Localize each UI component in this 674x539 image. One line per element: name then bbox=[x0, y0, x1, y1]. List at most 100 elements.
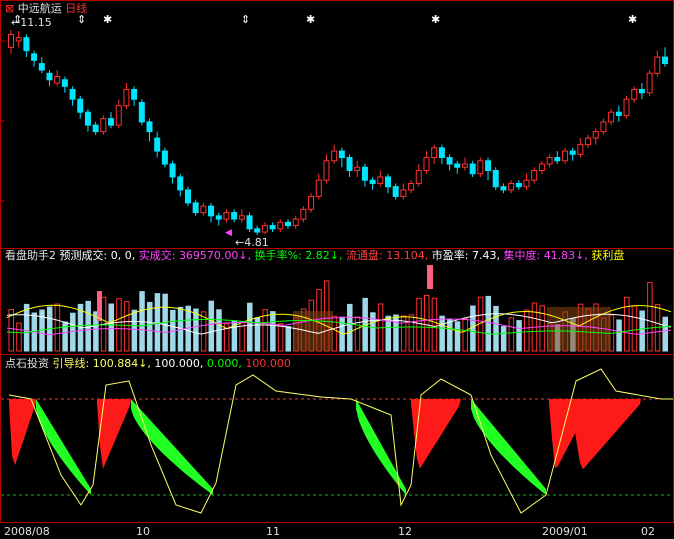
candle-body bbox=[323, 160, 330, 181]
candle-body bbox=[84, 111, 91, 126]
candle-body bbox=[54, 76, 61, 84]
candle-body bbox=[300, 208, 307, 220]
volume-bar bbox=[347, 303, 353, 352]
indicator-fill-green bbox=[131, 399, 213, 495]
star-marker: ✱ bbox=[628, 13, 638, 26]
volume-bar bbox=[508, 317, 515, 352]
indicator-fill-green bbox=[36, 399, 91, 495]
candle-body bbox=[631, 89, 638, 100]
candle-body bbox=[438, 147, 445, 159]
volume-bar bbox=[423, 294, 430, 352]
indicator-plot bbox=[1, 368, 673, 514]
candle-body bbox=[61, 79, 68, 87]
candle-body bbox=[177, 176, 184, 191]
volume-bar bbox=[493, 305, 499, 352]
volume-bar bbox=[631, 305, 638, 352]
volume-panel-title: 看盘助手2 bbox=[5, 249, 56, 262]
volume-bar bbox=[270, 311, 276, 352]
stock-name: 中远航运 bbox=[17, 2, 62, 15]
candle-body bbox=[69, 89, 76, 100]
candle-body bbox=[377, 176, 384, 184]
volume-bar bbox=[247, 302, 253, 352]
candle-body bbox=[600, 121, 607, 133]
candle-body bbox=[546, 157, 553, 165]
candle-body bbox=[408, 182, 415, 191]
cursor-triangle-icon: ◀ bbox=[225, 228, 232, 238]
star-marker: ✱ bbox=[103, 13, 113, 26]
candle-body bbox=[192, 202, 199, 214]
volume-bar bbox=[85, 300, 91, 352]
stock-chart-window: ⊠ 中远航运 日线 ←11.15 ←4.81 ✱ ✱ ✱ ✱ ⇕ ⇕ ⇕ ◀ 看… bbox=[0, 0, 674, 539]
candle-body bbox=[638, 89, 645, 94]
candle-body bbox=[108, 118, 115, 126]
candle-body bbox=[646, 72, 653, 94]
volume-panel[interactable]: 看盘助手2 预测成交: 0, 0, 实成交: 369570.00↓, 换手率%:… bbox=[0, 248, 674, 355]
indicator-label: 引导线: bbox=[52, 357, 90, 370]
volume-bar bbox=[16, 322, 22, 352]
candle-body bbox=[515, 182, 522, 188]
date-label-4: 2009/01 bbox=[542, 525, 588, 538]
volume-bar bbox=[23, 303, 30, 352]
candle-body bbox=[200, 205, 207, 214]
indicator-panel[interactable]: 点石投资 引导线: 100.884↓, 100.000, 0.000, 100.… bbox=[0, 354, 674, 523]
volume-bar bbox=[500, 326, 507, 352]
candle-body bbox=[131, 89, 138, 100]
candle-body bbox=[246, 215, 253, 230]
volume-bar bbox=[470, 305, 476, 352]
indicator-fill-red bbox=[571, 399, 641, 470]
volume-bar bbox=[408, 314, 415, 352]
volume-bar bbox=[454, 321, 461, 352]
date-label-1: 10 bbox=[136, 525, 150, 538]
candle-body bbox=[554, 157, 561, 162]
volume-bar bbox=[416, 297, 422, 352]
indicator-panel-header: 点石投资 引导线: 100.884↓, 100.000, 0.000, 100.… bbox=[5, 358, 291, 370]
candle-body bbox=[615, 111, 622, 116]
candle-body bbox=[662, 56, 668, 65]
volume-bar bbox=[624, 296, 630, 352]
volume-spike bbox=[97, 291, 102, 321]
candle-body bbox=[308, 195, 315, 210]
candle-body bbox=[292, 218, 299, 227]
volume-bar bbox=[193, 308, 199, 352]
volume-bar bbox=[439, 315, 445, 352]
candle-body bbox=[346, 157, 353, 171]
star-marker: ✱ bbox=[306, 13, 316, 26]
candle-body bbox=[15, 37, 22, 42]
candle-body bbox=[223, 212, 230, 220]
indicator-fill-red bbox=[411, 399, 461, 469]
candle-body bbox=[361, 166, 368, 181]
candle-body bbox=[446, 157, 453, 165]
volume-bar bbox=[108, 303, 115, 352]
volume-panel-header: 看盘助手2 预测成交: 0, 0, 实成交: 369570.00↓, 换手率%:… bbox=[5, 250, 624, 262]
candle-body bbox=[146, 121, 153, 133]
candle-body bbox=[500, 186, 507, 191]
volume-bar bbox=[516, 320, 522, 352]
candle-body bbox=[608, 111, 615, 123]
candle-body bbox=[461, 163, 468, 168]
candle-body bbox=[269, 225, 276, 230]
candle-body bbox=[315, 179, 322, 197]
candle-body bbox=[369, 179, 376, 184]
candle-body bbox=[569, 150, 576, 155]
volume-bar bbox=[462, 318, 468, 352]
volume-bar bbox=[123, 301, 130, 352]
candle-body bbox=[23, 37, 30, 52]
indicator-value-0: 100.884↓, bbox=[92, 357, 151, 370]
candle-body bbox=[623, 98, 630, 116]
candle-body bbox=[561, 150, 568, 162]
candle-body bbox=[415, 169, 422, 184]
indicator-value-2: 0.000, bbox=[206, 357, 242, 370]
candle-body bbox=[161, 150, 168, 165]
candle-body bbox=[154, 137, 161, 152]
indicator-fill-red bbox=[97, 399, 131, 469]
candle-body bbox=[431, 147, 438, 159]
price-panel[interactable]: ⊠ 中远航运 日线 ←11.15 ←4.81 ✱ ✱ ✱ ✱ ⇕ ⇕ ⇕ ◀ bbox=[0, 0, 674, 249]
volume-item-6: 获利盘 bbox=[591, 249, 625, 262]
volume-item-5: 集中度: 41.83↓, bbox=[503, 249, 588, 262]
candle-body bbox=[338, 150, 345, 159]
candle-body bbox=[454, 163, 461, 168]
candle-body bbox=[423, 157, 430, 171]
volume-item-0: 预测成交: 0, 0, bbox=[59, 249, 136, 262]
candle-body bbox=[277, 221, 284, 230]
indicator-title: 点石投资 bbox=[5, 357, 49, 370]
